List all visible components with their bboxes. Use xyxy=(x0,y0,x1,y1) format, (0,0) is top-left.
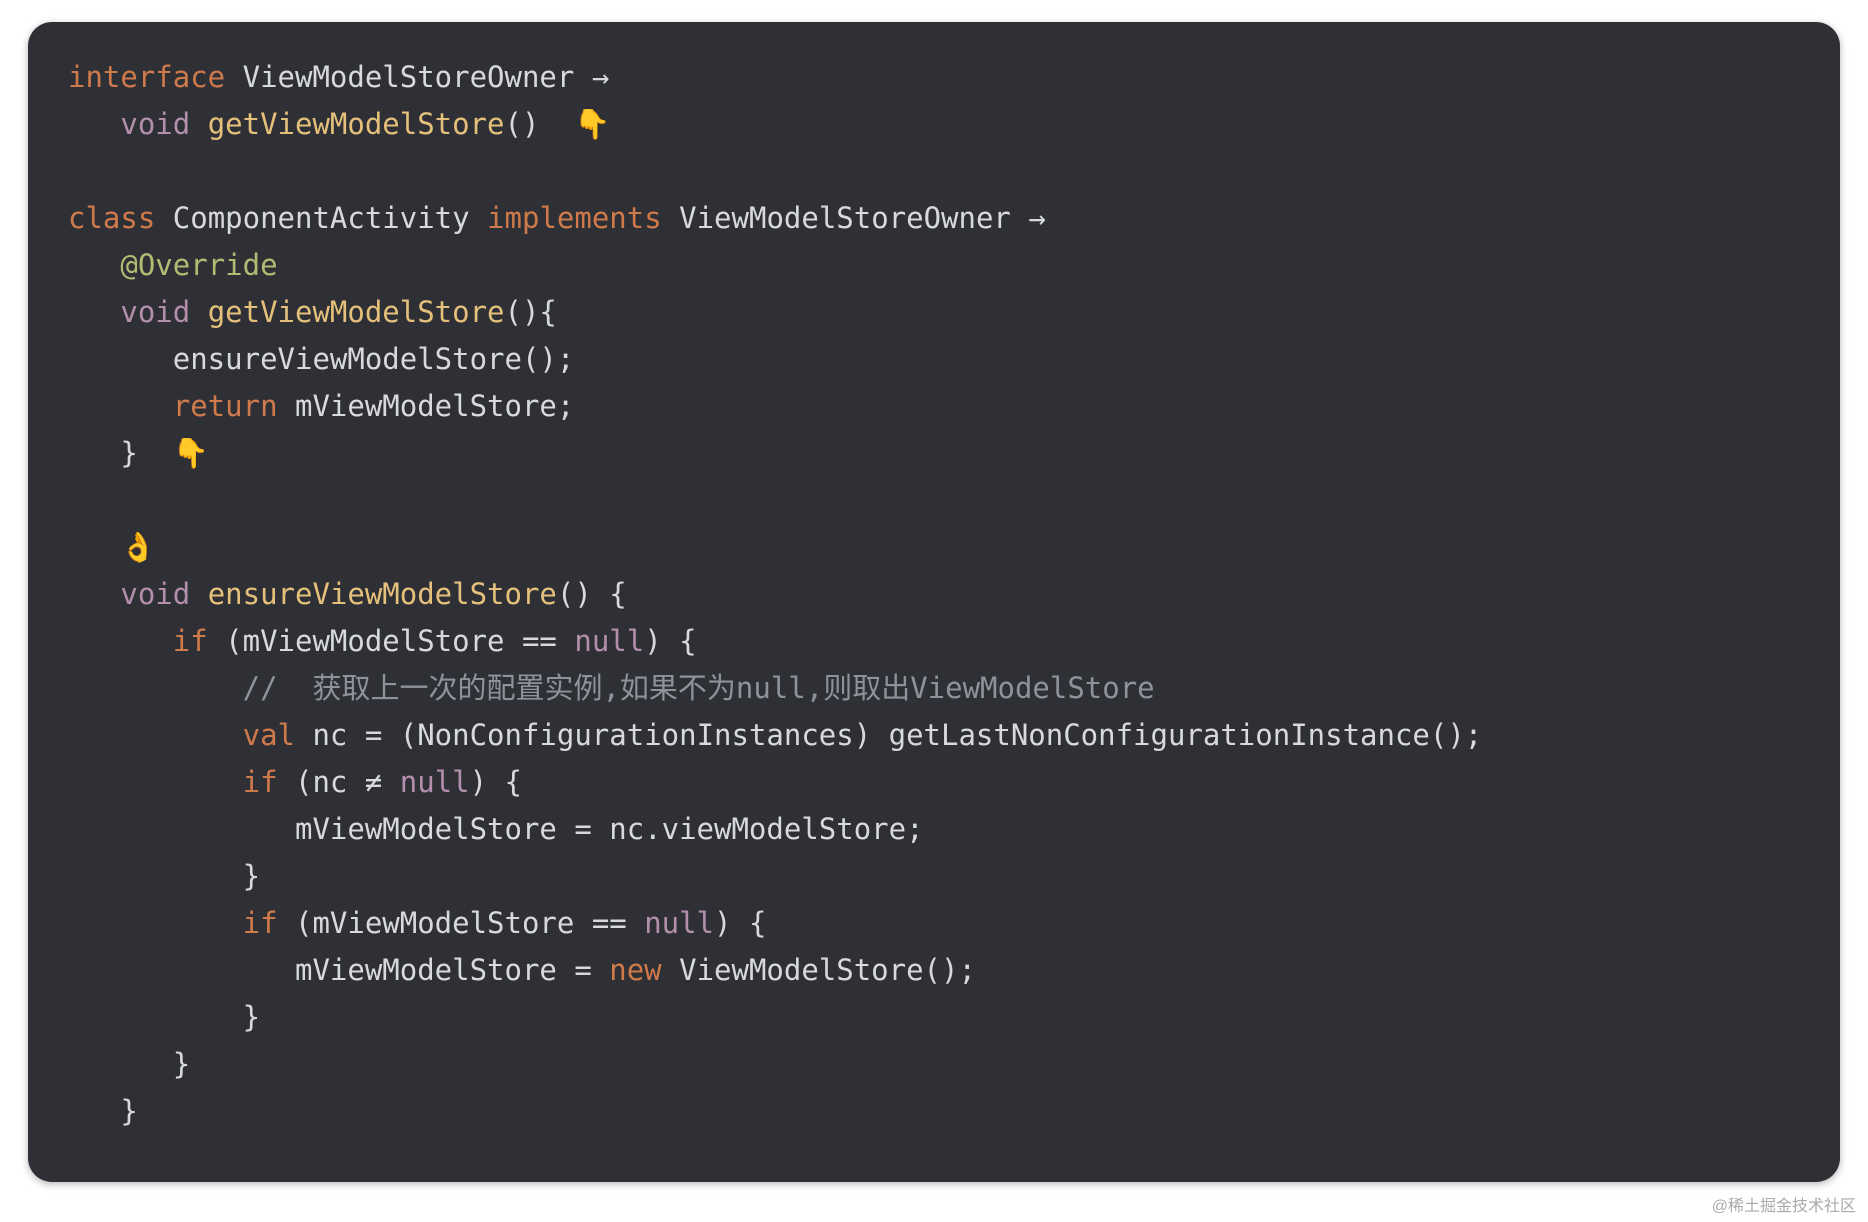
kw-null: null xyxy=(644,906,714,940)
var: mViewModelStore; xyxy=(295,389,574,423)
op-eq: == xyxy=(522,624,557,658)
kw-interface: interface xyxy=(68,60,225,94)
kw-void: void xyxy=(120,295,190,329)
kw-return: return xyxy=(173,389,278,423)
paren: ) { xyxy=(714,906,766,940)
stmt: mViewModelStore = nc.viewModelStore; xyxy=(295,812,924,846)
kw-class: class xyxy=(68,201,155,235)
op-eq: == xyxy=(592,906,627,940)
paren: ) { xyxy=(644,624,696,658)
stmt: nc = (NonConfigurationInstances) getLast… xyxy=(295,718,1482,752)
code-card: interface ViewModelStoreOwner → void get… xyxy=(28,22,1840,1182)
stmt: ensureViewModelStore(); xyxy=(173,342,575,376)
kw-void: void xyxy=(120,107,190,141)
brace-close: } xyxy=(173,1047,190,1081)
code-block: interface ViewModelStoreOwner → void get… xyxy=(28,22,1840,1163)
paren: () xyxy=(505,107,540,141)
kw-null: null xyxy=(574,624,644,658)
paren: (mViewModelStore xyxy=(295,906,592,940)
iface-name: ViewModelStoreOwner xyxy=(679,201,1011,235)
kw-new: new xyxy=(609,953,661,987)
kw-if: if xyxy=(173,624,208,658)
fn-name: ensureViewModelStore xyxy=(208,577,557,611)
paren: (mViewModelStore xyxy=(225,624,522,658)
rhs: ViewModelStore(); xyxy=(662,953,976,987)
arrow: → xyxy=(1028,201,1045,235)
point-down-icon: 👇 xyxy=(574,107,610,141)
brace-close: } xyxy=(120,436,137,470)
comment: // 获取上一次的配置实例,如果不为null,则取出ViewModelStore xyxy=(243,671,1155,705)
paren: (nc xyxy=(295,765,365,799)
type-name: ViewModelStoreOwner xyxy=(243,60,575,94)
brace-close: } xyxy=(243,859,260,893)
brace-close: } xyxy=(120,1094,137,1128)
arrow: → xyxy=(592,60,609,94)
sp xyxy=(557,624,574,658)
paren: ) { xyxy=(470,765,522,799)
kw-if: if xyxy=(243,906,278,940)
kw-null: null xyxy=(400,765,470,799)
op-ne: ≠ xyxy=(365,765,382,799)
fn-name: getViewModelStore xyxy=(208,107,505,141)
kw-val: val xyxy=(243,718,295,752)
sp xyxy=(627,906,644,940)
brace-open: () { xyxy=(557,577,627,611)
ok-hand-icon: 👌 xyxy=(120,530,156,564)
point-down-icon: 👇 xyxy=(173,436,209,470)
sp xyxy=(382,765,399,799)
brace-close: } xyxy=(243,1000,260,1034)
kw-if: if xyxy=(243,765,278,799)
class-name: ComponentActivity xyxy=(173,201,470,235)
brace-open: (){ xyxy=(505,295,557,329)
lhs: mViewModelStore = xyxy=(295,953,609,987)
kw-implements: implements xyxy=(487,201,662,235)
kw-void: void xyxy=(120,577,190,611)
fn-name: getViewModelStore xyxy=(208,295,505,329)
watermark: @稀土掘金技术社区 xyxy=(1712,1192,1856,1216)
annotation: @Override xyxy=(120,248,277,282)
